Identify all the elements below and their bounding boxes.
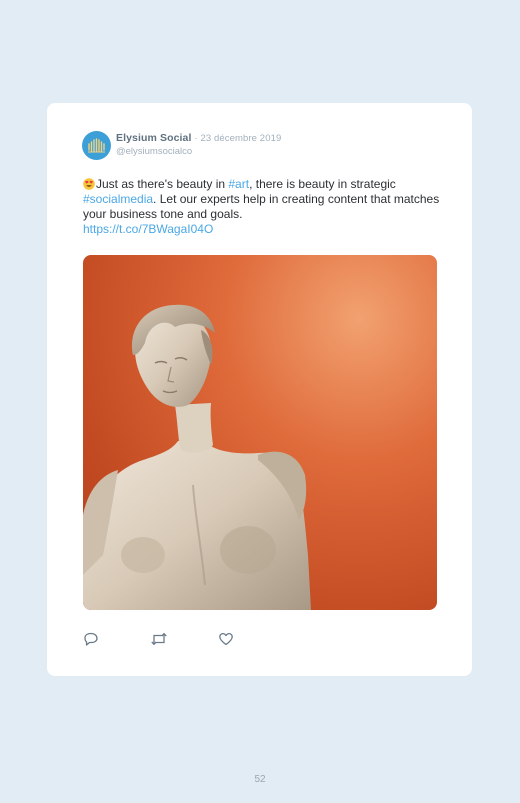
tweet-actions (83, 631, 283, 647)
reply-icon[interactable] (83, 631, 99, 647)
like-icon[interactable] (218, 631, 234, 647)
tweet-date[interactable]: · 23 décembre 2019 (195, 133, 282, 144)
tweet-card: Elysium Social · 23 décembre 2019 @elysiu… (47, 103, 472, 676)
hashtag-art-link[interactable]: #art (228, 177, 249, 191)
tweet-text-part-2: , there is beauty in strategic (249, 177, 396, 191)
tweet-image[interactable] (83, 255, 437, 610)
heart-eyes-emoji-icon (83, 178, 95, 190)
heart-eyes-emoji (83, 177, 96, 191)
page-number: 52 (254, 774, 266, 785)
account-name[interactable]: Elysium Social (116, 132, 192, 144)
account-name-row: Elysium Social · 23 décembre 2019 (116, 132, 281, 144)
tweet-text: Just as there's beauty in #art, there is… (83, 177, 443, 237)
tweet-text-part-1: Just as there's beauty in (96, 177, 229, 191)
avatar[interactable] (82, 131, 111, 160)
statue-illustration (83, 304, 311, 610)
hashtag-socialmedia-link[interactable]: #socialmedia (83, 192, 153, 206)
elysium-logo-icon (88, 138, 105, 153)
retweet-icon[interactable] (150, 631, 168, 647)
account-handle[interactable]: @elysiumsocialco (116, 146, 192, 157)
tweet-url-link[interactable]: https://t.co/7BWagaI04O (83, 222, 213, 236)
